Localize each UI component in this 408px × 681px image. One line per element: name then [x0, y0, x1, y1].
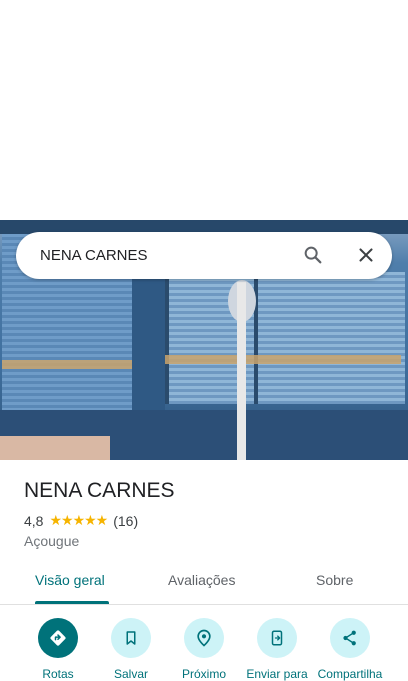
- send-to-phone-button[interactable]: Enviar para: [237, 618, 317, 681]
- reviews-count: (16): [113, 512, 139, 529]
- send-to-phone-label: Enviar para: [246, 667, 308, 681]
- place-category: Açougue: [24, 533, 80, 549]
- directions-label: Rotas: [42, 667, 74, 681]
- photo-pole: [237, 282, 246, 460]
- search-input[interactable]: NENA CARNES: [40, 247, 148, 264]
- search-bar[interactable]: NENA CARNES: [16, 232, 392, 279]
- nearby-button[interactable]: Próximo: [164, 618, 244, 681]
- directions-icon: [50, 630, 66, 646]
- photo-decal-strip: [2, 360, 132, 369]
- photo-ground: [0, 436, 110, 460]
- tab-overview[interactable]: Visão geral: [35, 572, 105, 588]
- photo-window-right: [165, 272, 405, 404]
- search-icon[interactable]: [302, 244, 324, 266]
- photo-decal-strip: [165, 355, 401, 364]
- nearby-label: Próximo: [181, 667, 226, 681]
- save-button[interactable]: Salvar: [91, 618, 171, 681]
- close-icon[interactable]: [355, 244, 377, 266]
- rating-stars: ★★★★★: [49, 512, 108, 528]
- tab-about[interactable]: Sobre: [316, 572, 353, 588]
- save-label: Salvar: [113, 667, 148, 681]
- bookmark-icon: [126, 631, 136, 645]
- divider: [0, 604, 408, 605]
- share-label: Compartilha: [317, 667, 383, 681]
- place-rating-row[interactable]: 4,8 ★★★★★ (16): [24, 512, 138, 529]
- action-bar: Rotas Salvar Próximo Enviar para Compart…: [0, 618, 408, 681]
- directions-button[interactable]: Rotas: [18, 618, 98, 681]
- place-title: NENA CARNES: [24, 479, 175, 502]
- share-icon: [343, 630, 356, 646]
- nearby-icon: [197, 629, 211, 647]
- share-button[interactable]: Compartilha: [310, 618, 390, 681]
- tab-reviews[interactable]: Avaliações: [168, 572, 235, 588]
- send-to-phone-icon: [271, 630, 283, 646]
- rating-value: 4,8: [24, 512, 44, 529]
- tab-bar: Visão geral Avaliações Sobre: [0, 562, 408, 604]
